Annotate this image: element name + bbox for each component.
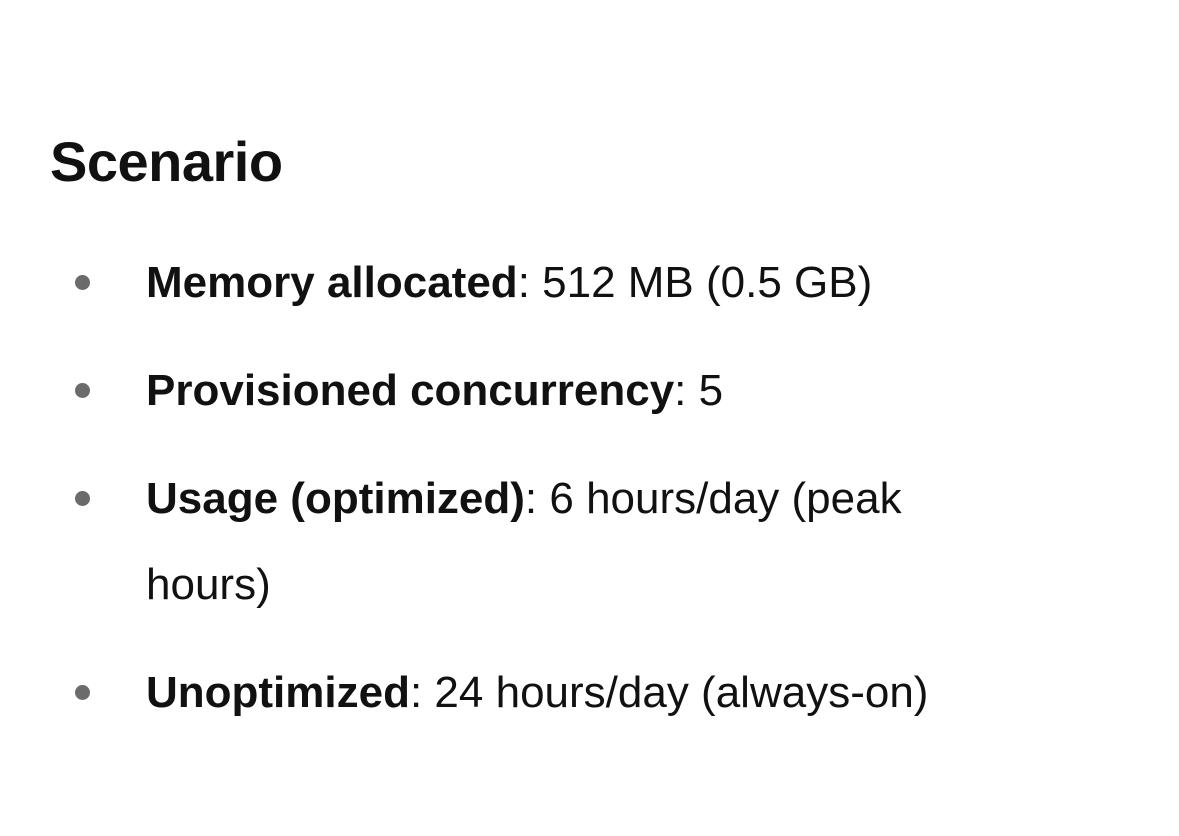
list-item-usage-optimized: Usage (optimized): 6 hours/day (peak hou… <box>0 456 1179 628</box>
bullet-icon <box>75 685 90 700</box>
document-page: Scenario Memory allocated: 512 MB (0.5 G… <box>0 0 1179 836</box>
bullet-icon <box>75 491 90 506</box>
item-description: : 24 hours/day (always-on) <box>409 668 929 717</box>
scenario-list: Memory allocated: 512 MB (0.5 GB) Provis… <box>0 240 1179 758</box>
bullet-icon <box>75 275 90 290</box>
bullet-icon <box>75 383 90 398</box>
list-item-memory: Memory allocated: 512 MB (0.5 GB) <box>0 240 1179 326</box>
section-heading: Scenario <box>50 130 283 193</box>
item-term: Usage (optimized) <box>146 474 525 523</box>
item-term: Memory allocated <box>146 258 518 307</box>
item-term: Unoptimized <box>146 668 410 717</box>
item-description: : 512 MB (0.5 GB) <box>517 258 873 307</box>
item-term: Provisioned concurrency <box>146 366 675 415</box>
list-item-concurrency: Provisioned concurrency: 5 <box>0 348 1179 434</box>
list-item-unoptimized: Unoptimized: 24 hours/day (always-on) <box>0 650 1179 736</box>
item-description: : 5 <box>674 366 724 415</box>
